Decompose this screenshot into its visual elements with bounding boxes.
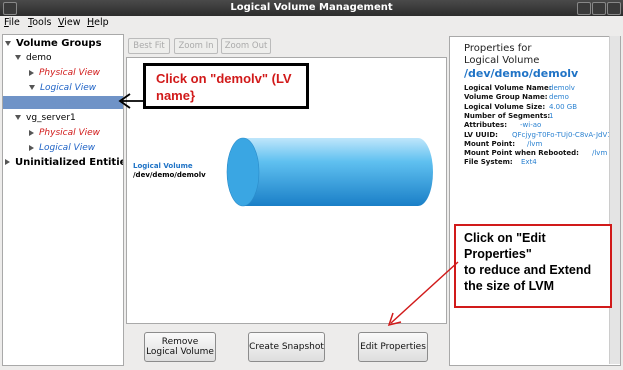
property-key: Logical Volume Size: (464, 102, 546, 111)
property-value: 4.00 GB (549, 102, 578, 111)
menu-bar: File Tools View Help (0, 16, 623, 30)
tree-label: vg_server1 (26, 113, 76, 123)
tree-label: Physical View (39, 68, 101, 78)
properties-scrollbar[interactable] (609, 36, 620, 364)
property-value: -wi-ao (520, 121, 542, 130)
lv-cylinder[interactable] (205, 136, 440, 208)
menu-file[interactable]: File (4, 17, 20, 28)
window-title: Logical Volume Management (230, 2, 393, 13)
menu-tools[interactable]: Tools (28, 17, 51, 28)
property-key: Number of Segments: (464, 111, 551, 120)
tree-label: demolv (51, 97, 85, 107)
property-key: File System: (464, 158, 513, 167)
property-value: /lvm (527, 139, 543, 148)
close-icon[interactable] (607, 2, 621, 15)
property-key: Mount Point: (464, 139, 515, 148)
property-value: 1 (549, 111, 554, 120)
collapse-arrow-icon[interactable] (29, 129, 34, 136)
property-key: Logical Volume Name: (464, 84, 552, 92)
tree-label: Uninitialized Entities (15, 157, 124, 168)
lv-label: Logical Volume /dev/demo/demolv (133, 162, 206, 180)
tree-logical-view-2[interactable]: Logical View (29, 142, 95, 155)
expand-arrow-icon[interactable] (15, 115, 21, 120)
collapse-arrow-icon[interactable] (29, 144, 34, 151)
tree-label: Logical View (39, 143, 96, 153)
title-bar: Logical Volume Management (0, 0, 623, 16)
property-value: Ext4 (521, 158, 537, 167)
property-value: QFcjyg-T0Fo-TUj0-C8vA-JdV1-b (512, 130, 619, 139)
property-value: demolv (549, 84, 575, 92)
annotation-click-demolv: Click on "demolv" (LV name} (143, 63, 309, 109)
property-key: LV UUID: (464, 130, 498, 139)
expand-arrow-icon[interactable] (5, 40, 11, 46)
properties-lv-path: /dev/demo/demolv (464, 67, 579, 80)
tree-physical-view-2[interactable]: Physical View (29, 127, 100, 140)
annotation-click-edit: Click on "Edit Properties" to reduce and… (454, 224, 612, 308)
tree-physical-view[interactable]: Physical View (29, 67, 100, 80)
properties-panel: Properties for Logical Volume /dev/demo/… (449, 36, 621, 366)
expand-arrow-icon[interactable] (29, 85, 35, 90)
collapse-arrow-icon[interactable] (29, 69, 34, 76)
zoom-in-button[interactable]: Zoom In (174, 38, 218, 54)
property-value: /lvm (592, 149, 608, 158)
volume-tree[interactable]: Volume Groups demo Physical View Logical… (2, 34, 124, 366)
zoom-out-button[interactable]: Zoom Out (221, 38, 271, 54)
properties-heading: Properties for Logical Volume (464, 43, 540, 66)
tree-vg-server1[interactable]: vg_server1 (15, 112, 76, 125)
tree-volume-groups[interactable]: Volume Groups (5, 37, 102, 50)
best-fit-button[interactable]: Best Fit (128, 38, 170, 54)
tree-item-demolv[interactable]: demolv (3, 96, 123, 109)
tree-label: demo (26, 53, 52, 63)
tree-uninitialized-entities[interactable]: Uninitialized Entities (5, 156, 124, 169)
menu-help[interactable]: Help (87, 17, 109, 28)
lv-label-title: Logical Volume (133, 162, 193, 170)
minimize-icon[interactable] (577, 2, 591, 15)
lv-label-path: /dev/demo/demolv (133, 171, 206, 179)
tree-logical-view[interactable]: Logical View (29, 82, 96, 95)
property-key: Mount Point when Rebooted: (464, 149, 579, 158)
edit-properties-button[interactable]: Edit Properties (358, 332, 428, 362)
menu-view[interactable]: View (58, 17, 81, 28)
property-value: demo (549, 93, 569, 102)
tree-vg-demo[interactable]: demo (15, 52, 52, 65)
tree-label: Volume Groups (16, 38, 102, 49)
maximize-icon[interactable] (592, 2, 606, 15)
remove-logical-volume-button[interactable]: Remove Logical Volume (144, 332, 216, 362)
property-key: Volume Group Name: (464, 93, 548, 102)
tree-label: Physical View (39, 128, 101, 138)
expand-arrow-icon[interactable] (15, 55, 21, 60)
property-key: Attributes: (464, 121, 508, 130)
create-snapshot-button[interactable]: Create Snapshot (248, 332, 325, 362)
tree-label: Logical View (40, 83, 97, 93)
collapse-arrow-icon[interactable] (5, 159, 10, 165)
